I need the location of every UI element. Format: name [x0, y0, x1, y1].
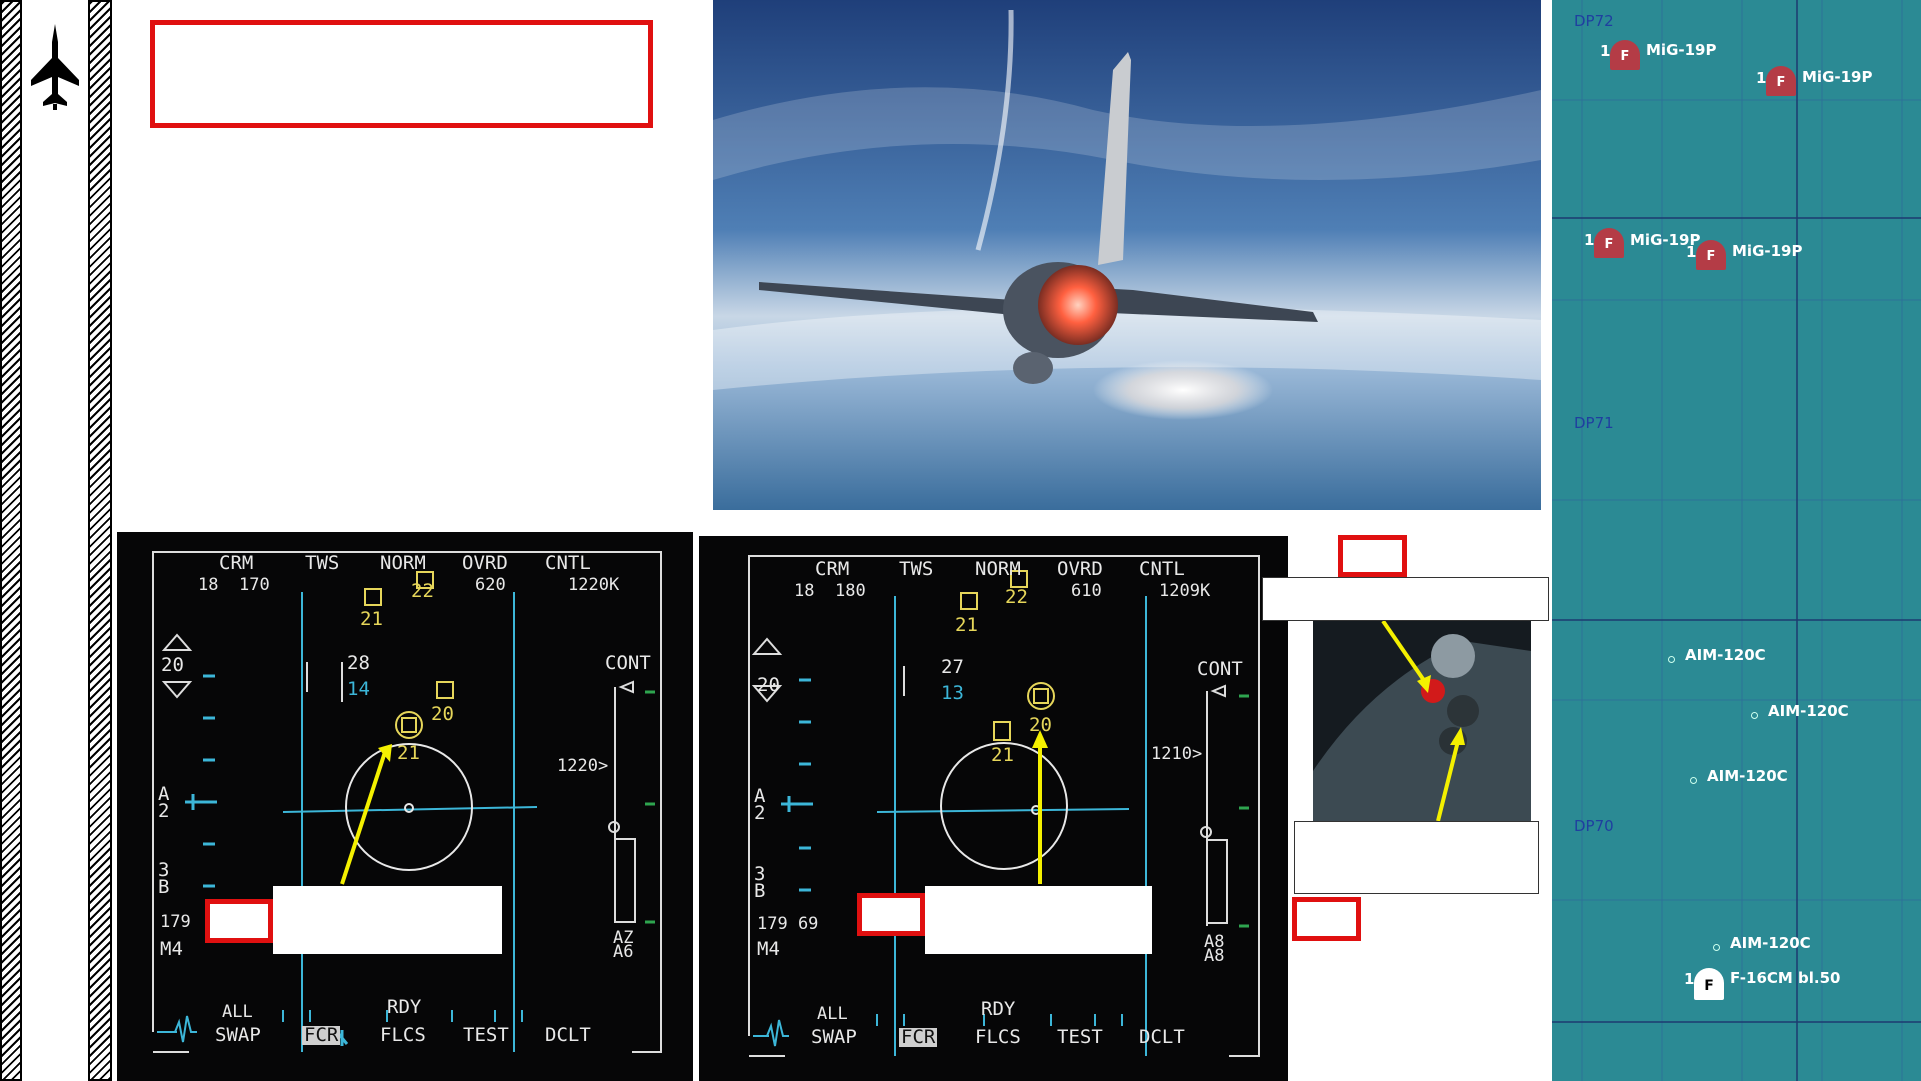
- unit-count: 1: [1584, 231, 1595, 249]
- missile-label: AIM-120C: [1730, 934, 1811, 952]
- missile-marker-icon[interactable]: [1751, 712, 1758, 719]
- missile-label: AIM-120C: [1685, 646, 1766, 664]
- enemy-unit-icon[interactable]: F: [1594, 228, 1624, 258]
- enemy-unit-icon[interactable]: F: [1610, 40, 1640, 70]
- missile-label: AIM-120C: [1768, 702, 1849, 720]
- grid-label-dp72: DP72: [1574, 12, 1614, 30]
- grid-label-dp70: DP70: [1574, 817, 1614, 835]
- enemy-unit-label: MiG-19P: [1802, 68, 1873, 86]
- enemy-unit-label: MiG-19P: [1646, 41, 1717, 59]
- player-unit-count: 1: [1684, 970, 1695, 988]
- throttle-photo: [1313, 621, 1531, 821]
- missile-marker-icon[interactable]: [1713, 944, 1720, 951]
- grid-label-dp71: DP71: [1574, 414, 1614, 432]
- throttle-illustration: [1313, 621, 1531, 821]
- unit-count: 1: [1686, 243, 1697, 261]
- enemy-unit-label: MiG-19P: [1732, 242, 1803, 260]
- unit-count: 1: [1600, 42, 1611, 60]
- tactical-map[interactable]: DP72 DP71 DP70 1 F MiG-19P 1 F MiG-19P 1…: [1552, 0, 1921, 1081]
- missile-label: AIM-120C: [1707, 767, 1788, 785]
- player-unit-label: F-16CM bl.50: [1730, 969, 1841, 987]
- throttle-callout-red-top: [1338, 535, 1407, 577]
- player-unit-icon[interactable]: F: [1694, 968, 1724, 1000]
- throttle-callout-red-bottom: [1292, 897, 1361, 941]
- throttle-callout-white-bottom: [1294, 821, 1539, 894]
- missile-marker-icon[interactable]: [1668, 656, 1675, 663]
- unit-count: 1: [1756, 69, 1767, 87]
- missile-marker-icon[interactable]: [1690, 777, 1697, 784]
- map-grid: [1552, 0, 1921, 1081]
- enemy-unit-icon[interactable]: F: [1766, 66, 1796, 96]
- enemy-unit-icon[interactable]: F: [1696, 240, 1726, 270]
- throttle-callout-white-top: [1262, 577, 1549, 621]
